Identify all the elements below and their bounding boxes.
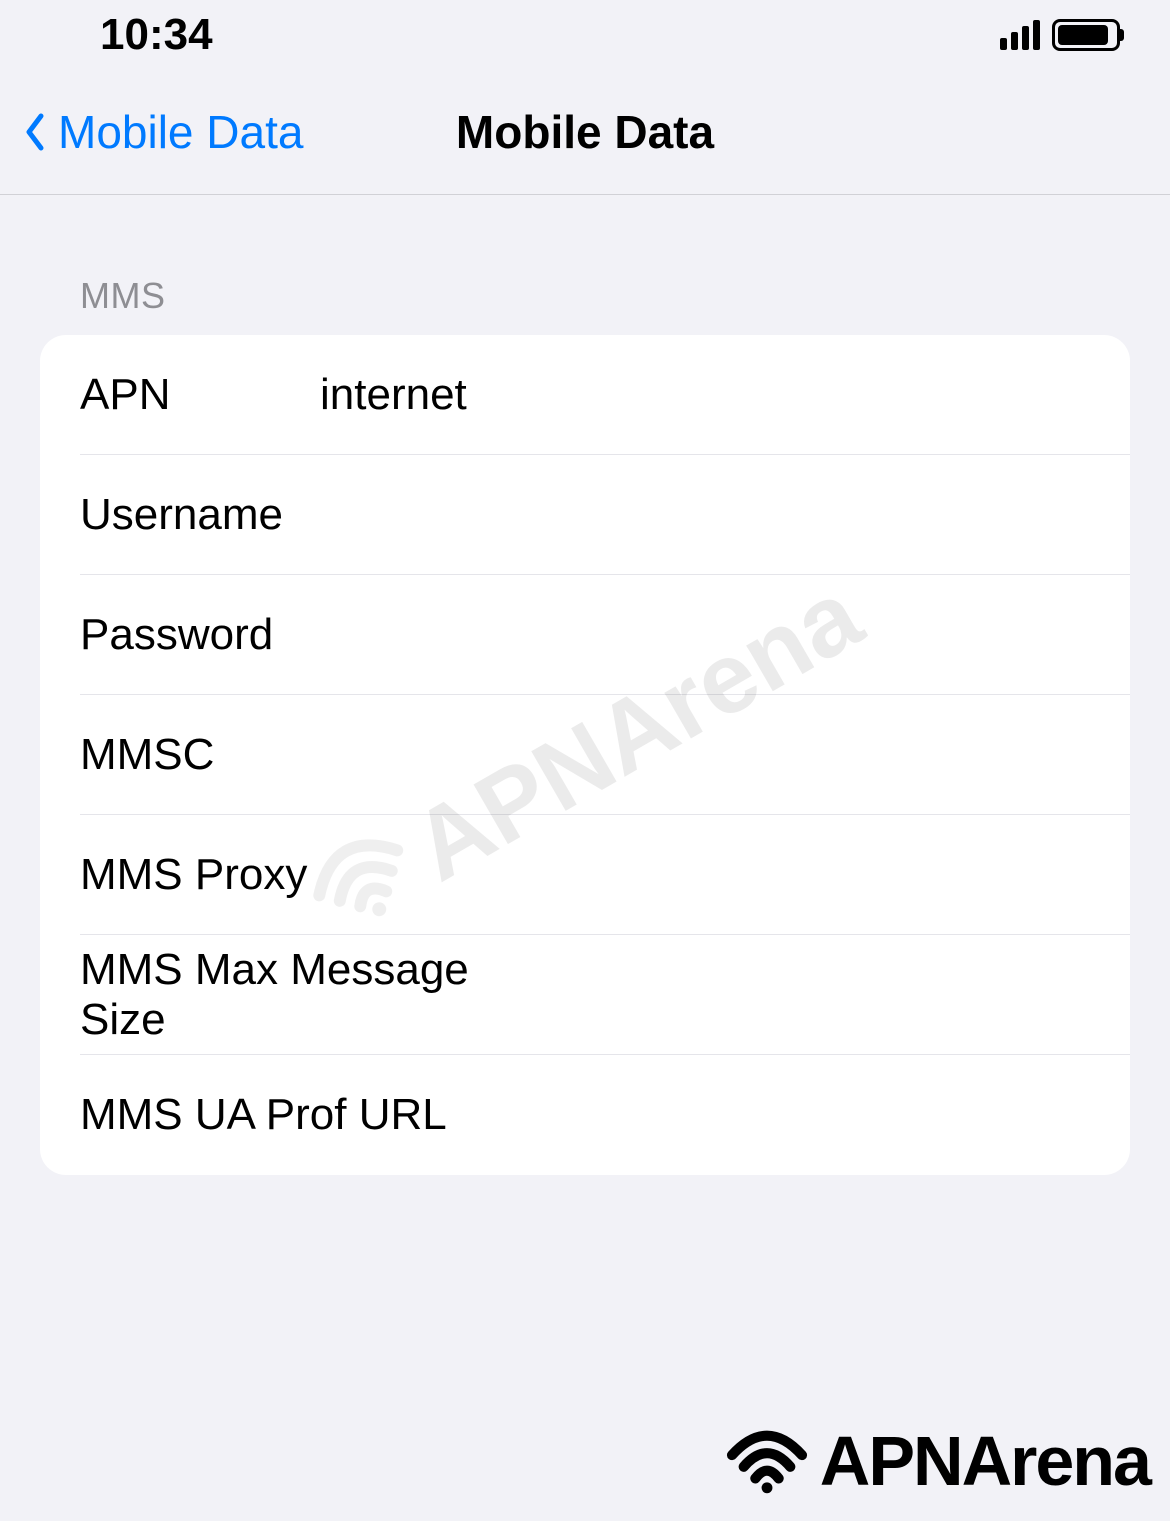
battery-icon — [1052, 19, 1120, 51]
username-label: Username — [80, 490, 320, 540]
section-header-mms: MMS — [0, 195, 1170, 335]
back-button[interactable]: Mobile Data — [0, 105, 303, 159]
mms-max-size-row[interactable]: MMS Max Message Size — [40, 935, 1130, 1055]
mms-ua-prof-label: MMS UA Prof URL — [80, 1090, 515, 1140]
mmsc-input[interactable] — [320, 730, 1090, 780]
password-label: Password — [80, 610, 320, 660]
page-title: Mobile Data — [456, 105, 714, 159]
status-time: 10:34 — [100, 10, 213, 60]
apn-input[interactable] — [320, 370, 1090, 420]
apn-label: APN — [80, 370, 320, 420]
username-row[interactable]: Username — [40, 455, 1130, 575]
mms-ua-prof-input[interactable] — [515, 1090, 1090, 1140]
mms-max-size-input[interactable] — [515, 970, 1090, 1020]
password-input[interactable] — [320, 610, 1090, 660]
username-input[interactable] — [320, 490, 1090, 540]
wifi-icon — [722, 1424, 812, 1499]
mms-settings-group: APN Username Password MMSC MMS Proxy MMS… — [40, 335, 1130, 1175]
navigation-bar: Mobile Data Mobile Data — [0, 70, 1170, 195]
logo-text: APNArena — [820, 1421, 1150, 1501]
apn-row[interactable]: APN — [40, 335, 1130, 455]
back-button-label: Mobile Data — [58, 105, 303, 159]
chevron-left-icon — [20, 107, 50, 157]
mms-proxy-input[interactable] — [515, 850, 1090, 900]
mms-proxy-label: MMS Proxy — [80, 850, 515, 900]
mms-ua-prof-row[interactable]: MMS UA Prof URL — [40, 1055, 1130, 1175]
mmsc-label: MMSC — [80, 730, 320, 780]
status-bar: 10:34 — [0, 0, 1170, 70]
cellular-signal-icon — [1000, 20, 1040, 50]
mms-max-size-label: MMS Max Message Size — [80, 945, 515, 1045]
status-indicators — [1000, 19, 1120, 51]
password-row[interactable]: Password — [40, 575, 1130, 695]
mmsc-row[interactable]: MMSC — [40, 695, 1130, 815]
apnarena-logo: APNArena — [722, 1421, 1150, 1501]
mms-proxy-row[interactable]: MMS Proxy — [40, 815, 1130, 935]
